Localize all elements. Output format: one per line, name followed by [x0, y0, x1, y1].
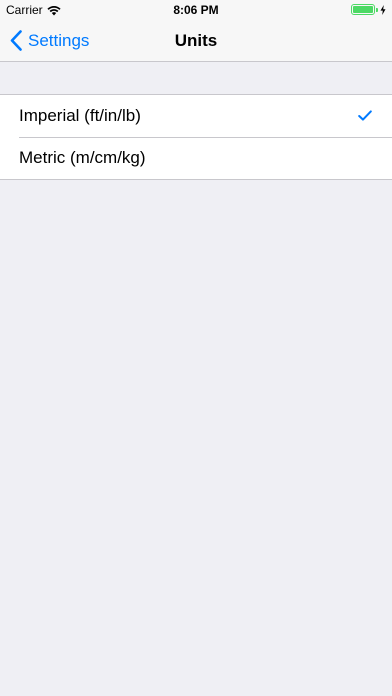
- list-item-metric[interactable]: Metric (m/cm/kg): [0, 137, 392, 179]
- checkmark-icon: [358, 110, 372, 121]
- status-bar: Carrier 8:06 PM: [0, 0, 392, 20]
- units-list: Imperial (ft/in/lb) Metric (m/cm/kg): [0, 94, 392, 180]
- page-title: Units: [174, 31, 218, 50]
- navigation-bar: Settings Units: [0, 20, 392, 62]
- option-label: Metric (m/cm/kg): [19, 148, 146, 167]
- battery-indicator: [351, 4, 386, 15]
- battery-icon: [351, 4, 375, 15]
- option-label: Imperial (ft/in/lb): [19, 106, 141, 125]
- status-time: 8:06 PM: [173, 3, 219, 17]
- list-item-imperial[interactable]: Imperial (ft/in/lb): [0, 95, 392, 137]
- battery-fill: [353, 6, 373, 13]
- battery-tip: [376, 7, 378, 12]
- charging-bolt-icon: [380, 4, 386, 15]
